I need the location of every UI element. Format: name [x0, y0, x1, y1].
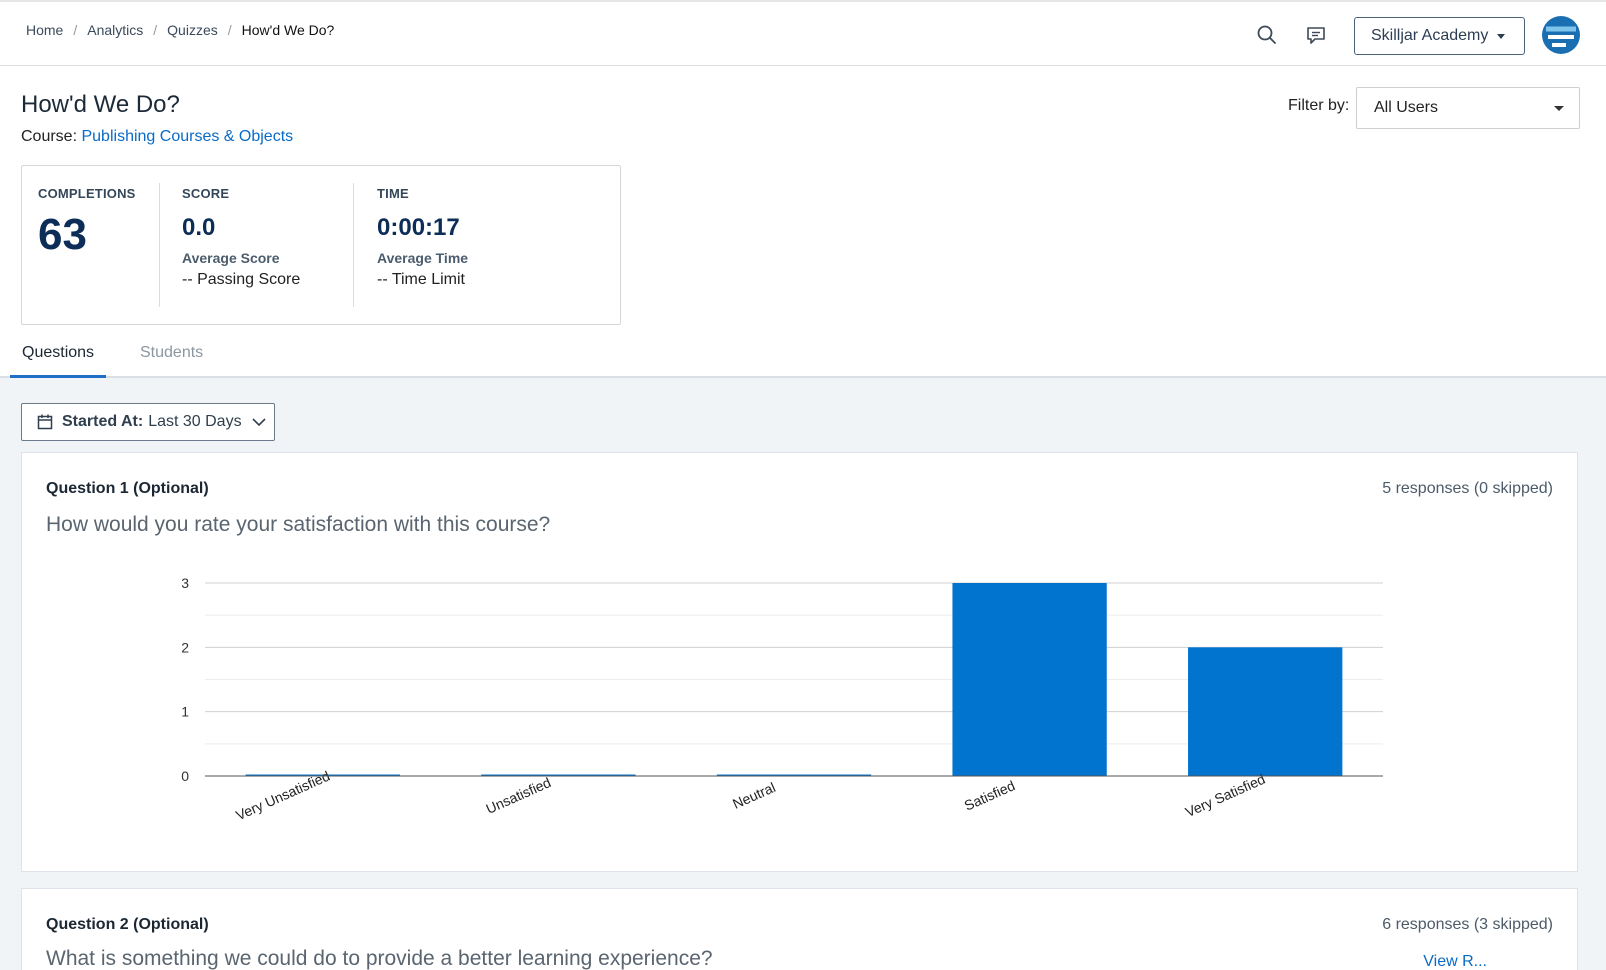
- filter-users-select[interactable]: All Users: [1356, 87, 1580, 129]
- stat-time-sub: Average Time: [377, 250, 469, 266]
- question-card: Question 1 (Optional) 5 responses (0 ski…: [21, 452, 1578, 872]
- y-tick-label: 1: [181, 704, 189, 720]
- stat-time-limit: -- Time Limit: [377, 271, 465, 288]
- y-tick-label: 3: [181, 575, 189, 591]
- stat-completions-value: 63: [38, 210, 87, 259]
- breadcrumb: Home / Analytics / Quizzes / How'd We Do…: [26, 22, 334, 38]
- stats-card: COMPLETIONS 63 SCORE 0.0 Average Score -…: [21, 165, 621, 325]
- breadcrumb-home-link[interactable]: Home: [26, 22, 63, 38]
- search-icon[interactable]: [1256, 24, 1278, 46]
- course-line: Course: Publishing Courses & Objects: [21, 128, 293, 146]
- stat-time-value: 0:00:17: [377, 214, 460, 241]
- chat-bubble-icon[interactable]: [1305, 24, 1327, 46]
- view-responses-link[interactable]: View R...: [1423, 953, 1487, 970]
- page-title: How'd We Do?: [21, 91, 180, 118]
- stat-divider: [353, 183, 354, 307]
- caret-down-icon: [1554, 106, 1564, 111]
- chart-bar: [1188, 647, 1343, 776]
- y-tick-label: 0: [181, 768, 189, 784]
- course-label: Course:: [21, 128, 78, 145]
- organization-label: Skilljar Academy: [1371, 27, 1489, 44]
- caret-down-icon: [1497, 33, 1506, 39]
- chart-bar: [952, 583, 1107, 776]
- y-tick-label: 2: [181, 639, 189, 655]
- breadcrumb-analytics-link[interactable]: Analytics: [87, 22, 143, 38]
- breadcrumb-separator: /: [227, 22, 232, 38]
- breadcrumb-separator: /: [153, 22, 158, 38]
- filter-select-value: All Users: [1374, 99, 1439, 116]
- breadcrumb-current: How'd We Do?: [241, 22, 335, 38]
- question-card: Question 2 (Optional) 6 responses (3 ski…: [21, 888, 1578, 970]
- avatar-logo-icon[interactable]: [1542, 16, 1580, 54]
- tab-bar: Questions Students: [0, 336, 1606, 378]
- stat-score-sub: Average Score: [182, 250, 280, 266]
- x-tick-label: Unsatisfied: [483, 774, 553, 817]
- stat-passing-score: -- Passing Score: [182, 271, 301, 288]
- stat-time-label: TIME: [377, 186, 409, 201]
- date-filter-value: Last 30 Days: [148, 413, 242, 430]
- filter-label: Filter by:: [1288, 97, 1350, 114]
- organization-dropdown-button[interactable]: Skilljar Academy: [1354, 17, 1525, 55]
- stat-score-label: SCORE: [182, 186, 230, 201]
- date-filter-label: Started At:: [62, 413, 144, 430]
- x-tick-label: Very Satisfied: [1183, 771, 1268, 820]
- date-filter-button[interactable]: Started At: Last 30 Days: [21, 403, 275, 441]
- page-header: How'd We Do? Course: Publishing Courses …: [0, 66, 1606, 378]
- question-title: Question 2 (Optional): [46, 916, 209, 933]
- tab-questions[interactable]: Questions: [10, 344, 107, 378]
- question-responses: 6 responses (3 skipped): [1382, 916, 1553, 933]
- chevron-down-icon: [252, 418, 266, 427]
- x-tick-label: Satisfied: [962, 777, 1018, 813]
- breadcrumb-quizzes-link[interactable]: Quizzes: [167, 22, 218, 38]
- content-area: Started At: Last 30 Days Question 1 (Opt…: [0, 378, 1606, 970]
- stat-score-value: 0.0: [182, 214, 216, 241]
- x-tick-label: Neutral: [730, 779, 778, 812]
- calendar-icon: [37, 414, 53, 430]
- question-text: What is something we could do to provide…: [46, 947, 713, 970]
- stat-divider: [159, 183, 160, 307]
- course-link[interactable]: Publishing Courses & Objects: [81, 128, 293, 145]
- question-bar-chart: 0123Very Unsatisfied Unsatisfied Neutral Sa…: [181, 575, 1383, 823]
- stat-completions-label: COMPLETIONS: [38, 186, 136, 201]
- breadcrumb-separator: /: [73, 22, 78, 38]
- tab-students[interactable]: Students: [140, 344, 203, 378]
- top-navigation-bar: Home / Analytics / Quizzes / How'd We Do…: [0, 0, 1606, 66]
